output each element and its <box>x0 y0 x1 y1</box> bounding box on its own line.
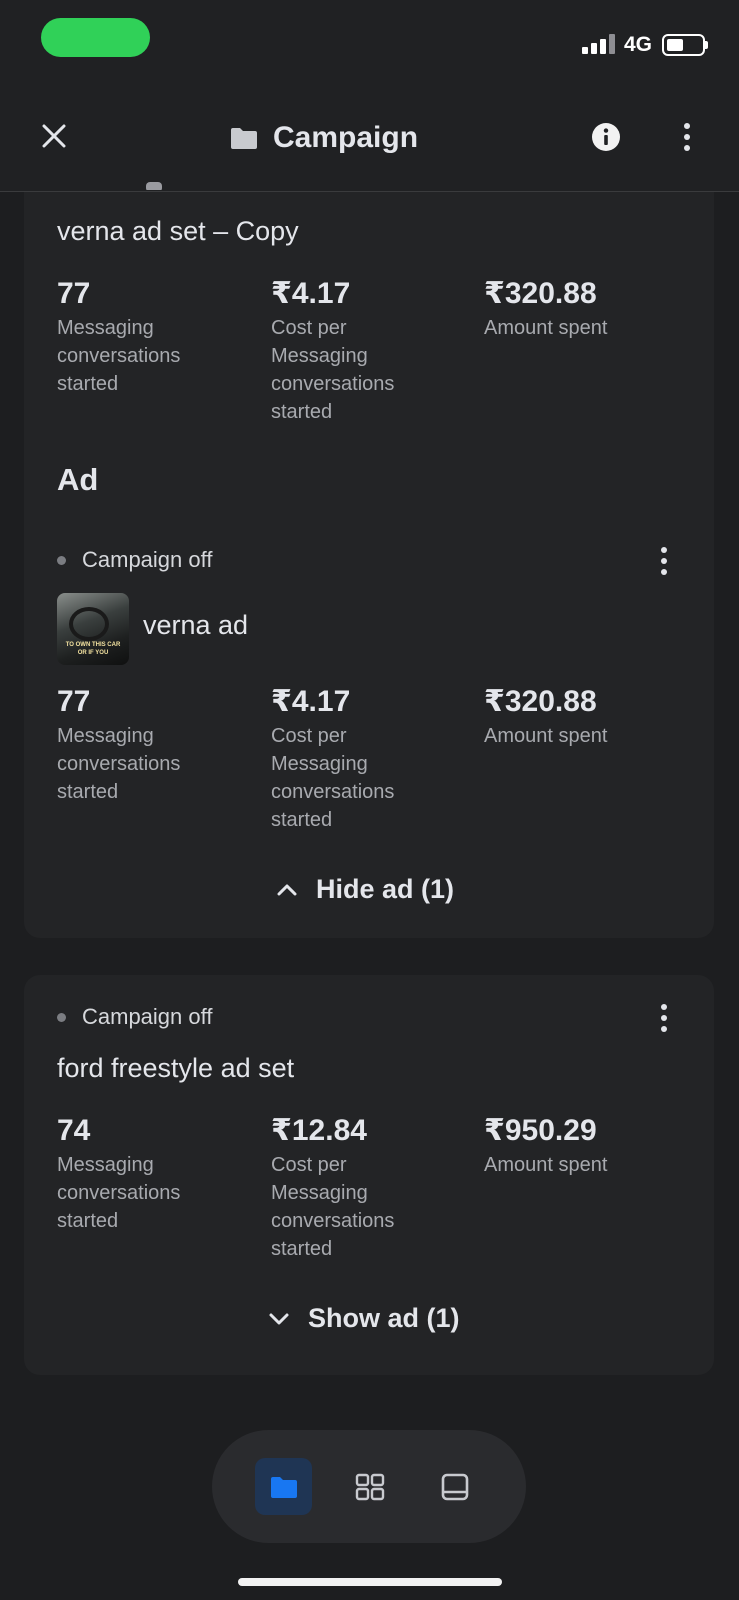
metric-conversations: 74 Messaging conversations started <box>57 1113 257 1235</box>
ad-status: Campaign off <box>57 547 212 573</box>
metric-value: ₹950.29 <box>484 1114 597 1147</box>
ad-thumbnail[interactable]: TO OWN THIS CAR OR IF YOU <box>57 593 129 665</box>
metric-label: Messaging conversations started <box>57 725 181 803</box>
nav-campaigns[interactable] <box>255 1458 312 1515</box>
status-text: Campaign off <box>82 547 213 572</box>
status-bar: 4G <box>0 0 739 80</box>
metric-label: Cost per Messaging conversations started <box>271 725 395 831</box>
ad-more-button[interactable] <box>654 545 674 577</box>
close-icon <box>42 124 66 148</box>
metric-label: Amount spent <box>484 1154 608 1176</box>
thumbnail-caption: TO OWN THIS CAR OR IF YOU <box>65 642 121 656</box>
adset-name[interactable]: verna ad set – Copy <box>57 216 299 247</box>
show-ad-toggle[interactable]: Show ad (1) <box>268 1303 460 1334</box>
status-text: Campaign off <box>82 1004 213 1029</box>
metric-label: Cost per Messaging conversations started <box>271 1154 395 1260</box>
battery-icon <box>662 34 705 56</box>
grid-icon <box>355 1473 384 1500</box>
more-vertical-icon <box>684 123 690 151</box>
section-title-ad: Ad <box>57 462 99 497</box>
metric-value: ₹4.17 <box>271 277 351 310</box>
network-type: 4G <box>624 33 653 56</box>
close-button[interactable] <box>36 118 72 154</box>
tablet-icon <box>441 1473 468 1500</box>
scrolled-off-status <box>56 172 676 190</box>
metric-cost-per-result: ₹4.17 Cost per Messaging conversations s… <box>271 276 471 426</box>
metric-value: 74 <box>57 1114 91 1147</box>
metric-cost-per-result: ₹12.84 Cost per Messaging conversations … <box>271 1113 471 1263</box>
steering-wheel-graphic <box>69 607 109 641</box>
status-dot <box>57 555 66 565</box>
bottom-navigation <box>212 1430 526 1543</box>
title-group: Campaign <box>229 120 418 156</box>
ad-name[interactable]: verna ad <box>143 610 248 641</box>
adset-status: Campaign off <box>57 1004 212 1030</box>
metric-label: Messaging conversations started <box>57 1154 181 1232</box>
screen: 4G Campaign verna ad set – Copy 77 Messa… <box>0 0 739 1600</box>
info-icon <box>592 123 620 151</box>
adset-name[interactable]: ford freestyle ad set <box>57 1053 294 1084</box>
chevron-up-icon <box>277 884 297 895</box>
more-options-button[interactable] <box>672 120 702 154</box>
metric-value: ₹12.84 <box>271 1114 367 1147</box>
metric-amount-spent: ₹320.88 Amount spent <box>484 276 684 342</box>
hide-ad-label: Hide ad (1) <box>316 874 455 904</box>
metric-amount-spent: ₹950.29 Amount spent <box>484 1113 684 1179</box>
metric-value: 77 <box>57 685 91 718</box>
show-ad-label: Show ad (1) <box>308 1303 460 1333</box>
metric-label: Cost per Messaging conversations started <box>271 317 395 423</box>
nav-ads[interactable] <box>426 1458 483 1515</box>
page-title: Campaign <box>273 121 419 154</box>
metric-value: ₹320.88 <box>484 277 597 310</box>
metric-label: Amount spent <box>484 317 608 339</box>
metric-conversations: 77 Messaging conversations started <box>57 684 257 806</box>
hide-ad-toggle[interactable]: Hide ad (1) <box>276 874 454 905</box>
folder-icon <box>270 1476 297 1498</box>
metric-value: 77 <box>57 277 91 310</box>
metric-amount-spent: ₹320.88 Amount spent <box>484 684 684 750</box>
metric-cost-per-result: ₹4.17 Cost per Messaging conversations s… <box>271 684 471 834</box>
adset-more-button[interactable] <box>654 1002 674 1034</box>
info-button[interactable] <box>591 122 621 152</box>
metric-value: ₹320.88 <box>484 685 597 718</box>
chevron-down-icon <box>269 1313 289 1324</box>
nav-ad-sets[interactable] <box>341 1458 398 1515</box>
folder-icon <box>231 128 257 149</box>
metric-label: Messaging conversations started <box>57 317 181 395</box>
metric-value: ₹4.17 <box>271 685 351 718</box>
call-indicator-pill[interactable] <box>41 18 150 57</box>
metric-conversations: 77 Messaging conversations started <box>57 276 257 398</box>
signal-icon <box>582 34 616 54</box>
metric-label: Amount spent <box>484 725 608 747</box>
battery-nub <box>705 41 708 49</box>
home-indicator[interactable] <box>238 1578 502 1586</box>
status-dot <box>57 1012 66 1022</box>
